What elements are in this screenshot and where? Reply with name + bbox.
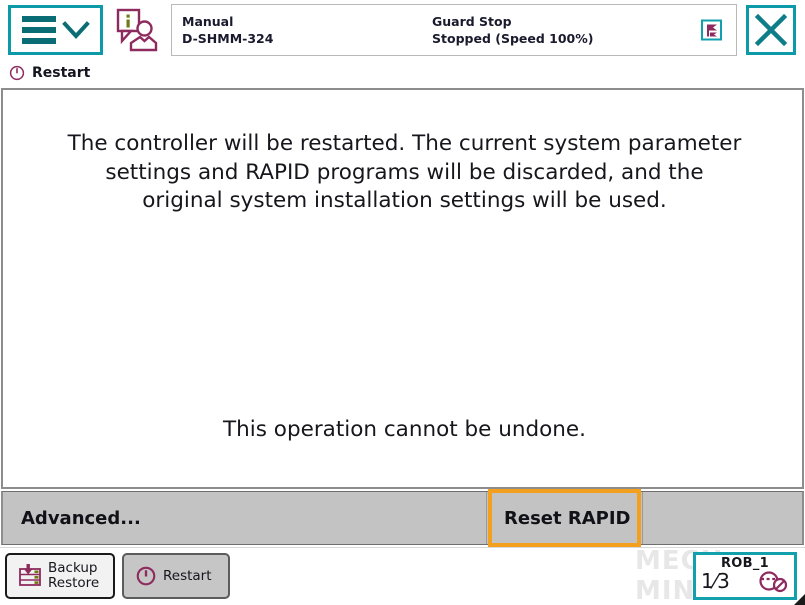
robot-unit-denominator: 3: [717, 569, 730, 593]
flag-stop-icon: [701, 19, 722, 41]
guard-state-group: Guard Stop Stopped (Speed 100%): [432, 13, 736, 46]
robot-unit-numerator: 1: [701, 569, 714, 593]
main-menu-button[interactable]: [8, 5, 103, 55]
chevron-down-icon: [61, 21, 90, 39]
breadcrumb-label: Restart: [32, 65, 91, 81]
guard-state-value: Guard Stop: [432, 13, 512, 29]
resize-corner: [794, 594, 805, 605]
action-bar-divider-right: [642, 492, 643, 544]
undo-warning-message: This operation cannot be undone.: [223, 417, 586, 442]
restart-message: The controller will be restarted. The cu…: [67, 131, 742, 213]
run-state-value: Stopped (Speed 100%): [432, 30, 594, 46]
taskbar-label-line2: Restore: [48, 575, 100, 591]
info-user-button[interactable]: [113, 5, 161, 55]
mechanical-unit-selector[interactable]: ROB_1 1⁄3: [693, 552, 797, 600]
controller-name-value: D-SHMM-324: [182, 30, 274, 46]
backup-restore-icon: [19, 564, 41, 586]
taskbar-item-restart[interactable]: Restart: [122, 553, 230, 599]
hamburger-menu-icon: [21, 16, 56, 44]
mechanical-unit-icon: [759, 571, 788, 593]
header-bar: Manual D-SHMM-324 Guard Stop Stopped (Sp…: [0, 0, 805, 60]
breadcrumb: Restart: [0, 60, 805, 86]
reset-rapid-button[interactable]: Reset RAPID: [488, 489, 641, 547]
taskbar-label-restart: Restart: [163, 567, 212, 584]
flexpendant-screen: Manual D-SHMM-324 Guard Stop Stopped (Sp…: [0, 0, 805, 605]
operating-mode-group: Manual D-SHMM-324: [182, 13, 432, 46]
action-bar-divider-left: [486, 492, 487, 544]
content-area: The controller will be restarted. The cu…: [1, 88, 804, 489]
restart-power-icon: [9, 65, 25, 81]
close-button[interactable]: [746, 5, 796, 55]
taskbar-item-backup-restore[interactable]: Backup Restore: [5, 553, 115, 599]
action-bar: Advanced... Reset RAPID: [1, 489, 804, 547]
taskbar-label-line1: Backup: [48, 560, 98, 576]
robot-info-row: 1⁄3: [696, 569, 794, 593]
robot-unit-fraction: 1⁄3: [701, 569, 730, 593]
taskbar: Backup Restore Restart MECH MIND ROB_1 1…: [0, 547, 805, 605]
taskbar-label-backup-restore: Backup Restore: [48, 561, 99, 591]
close-icon: [754, 13, 788, 47]
operating-mode-value: Manual: [182, 13, 234, 29]
advanced-button[interactable]: Advanced...: [21, 492, 141, 544]
restart-power-icon: [136, 566, 156, 586]
info-user-icon: [116, 8, 158, 52]
status-panel[interactable]: Manual D-SHMM-324 Guard Stop Stopped (Sp…: [171, 4, 737, 56]
